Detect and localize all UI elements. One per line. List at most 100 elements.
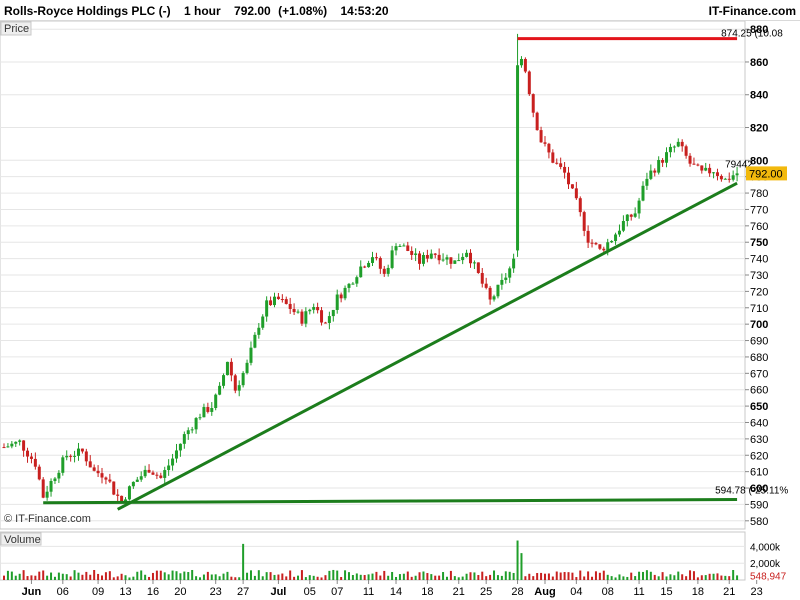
price-tick-label: 840 <box>750 90 768 102</box>
time-tick-label: 08 <box>602 586 614 598</box>
candle-body <box>512 258 516 269</box>
volume-bar <box>689 570 692 580</box>
candle-body <box>461 256 465 261</box>
price-tick-label: 820 <box>750 123 768 135</box>
volume-bar <box>6 570 9 580</box>
volume-bar <box>332 569 335 580</box>
volume-bar <box>175 571 178 580</box>
volume-bar <box>598 572 601 580</box>
time-tick-label: 16 <box>147 586 159 598</box>
candle-body <box>445 257 449 260</box>
candle-body <box>53 478 57 482</box>
volume-panel <box>0 531 746 581</box>
candle-body <box>288 303 292 309</box>
volume-bar <box>85 571 88 580</box>
candle-body <box>49 481 53 492</box>
candle-body <box>414 253 418 255</box>
candle-body <box>65 455 69 458</box>
volume-bar <box>626 576 629 580</box>
candle-body <box>222 375 226 386</box>
volume-bar <box>449 570 452 580</box>
candle-body <box>190 429 194 431</box>
volume-bar <box>532 576 535 580</box>
candle-body <box>433 253 437 255</box>
candle-body <box>245 362 249 373</box>
volume-bar <box>665 576 668 580</box>
volume-bar <box>65 574 68 580</box>
volume-bar <box>202 574 205 580</box>
candle-body <box>33 458 37 467</box>
volume-bar <box>116 576 119 580</box>
volume-bar <box>618 574 621 580</box>
volume-bar <box>622 576 625 580</box>
volume-bar <box>46 575 49 580</box>
price-tick-label: 670 <box>750 368 768 380</box>
volume-bar <box>144 574 147 580</box>
candle-body <box>331 309 335 317</box>
volume-bar <box>61 573 64 580</box>
candle-body <box>386 267 390 274</box>
volume-bar <box>300 570 303 580</box>
volume-bar <box>265 572 268 580</box>
candle-body <box>504 277 508 280</box>
candle-body <box>296 311 300 313</box>
candle-body <box>500 279 504 285</box>
price-tick-label: 630 <box>750 434 768 446</box>
time-tick-label: 11 <box>363 586 374 598</box>
candle-body <box>371 257 374 263</box>
candle-body <box>665 152 669 163</box>
volume-bar <box>540 572 543 580</box>
volume-bar <box>728 576 731 580</box>
volume-bar <box>199 577 202 580</box>
candle-body <box>692 163 696 165</box>
price-tick-label: 580 <box>750 516 768 528</box>
volume-bar <box>104 572 107 580</box>
candle-body <box>108 479 112 482</box>
volume-bar <box>563 572 566 580</box>
volume-bar <box>473 572 476 580</box>
volume-bar <box>22 570 25 580</box>
volume-bar <box>653 574 656 580</box>
candle-body <box>237 385 241 391</box>
candle-body <box>672 146 676 148</box>
candle-body <box>100 473 104 478</box>
volume-bar <box>297 575 300 580</box>
volume-bar <box>583 576 586 580</box>
volume-bar <box>657 576 660 580</box>
time-tick-label: Jun <box>22 586 42 598</box>
volume-bar <box>336 570 339 580</box>
chart-area[interactable]: 5805906006106206306406506606706806907007… <box>0 21 800 600</box>
volume-bar <box>167 574 170 580</box>
volume-bar <box>465 573 468 580</box>
volume-bar <box>316 576 319 580</box>
volume-bar <box>367 574 370 580</box>
candle-body <box>147 469 151 473</box>
interval-label[interactable]: 1 hour <box>184 4 221 18</box>
volume-bar <box>594 571 597 580</box>
candle-body <box>492 296 496 300</box>
candle-body <box>261 316 265 328</box>
volume-bar <box>634 576 637 580</box>
brand-link[interactable]: IT-Finance.com <box>709 4 796 18</box>
volume-bar <box>277 574 280 580</box>
candle-body <box>676 141 680 147</box>
volume-bar <box>281 573 284 580</box>
volume-bar <box>426 573 429 580</box>
candle-body <box>402 245 406 247</box>
volume-bar <box>351 575 354 580</box>
candle-body <box>151 472 155 475</box>
candle-body <box>629 214 633 217</box>
candle-body <box>633 213 637 217</box>
volume-bar <box>320 577 323 580</box>
candle-body <box>265 300 269 317</box>
time-tick-label: 28 <box>511 586 523 598</box>
candle-body <box>202 407 206 418</box>
volume-bar <box>77 572 80 580</box>
time-tick-label: Aug <box>534 586 555 598</box>
candle-body <box>84 451 88 462</box>
candle-body <box>531 94 535 113</box>
volume-bar <box>222 573 225 580</box>
candle-body <box>645 178 649 186</box>
price-tick-label: 860 <box>750 57 768 69</box>
volume-bar <box>214 574 217 580</box>
